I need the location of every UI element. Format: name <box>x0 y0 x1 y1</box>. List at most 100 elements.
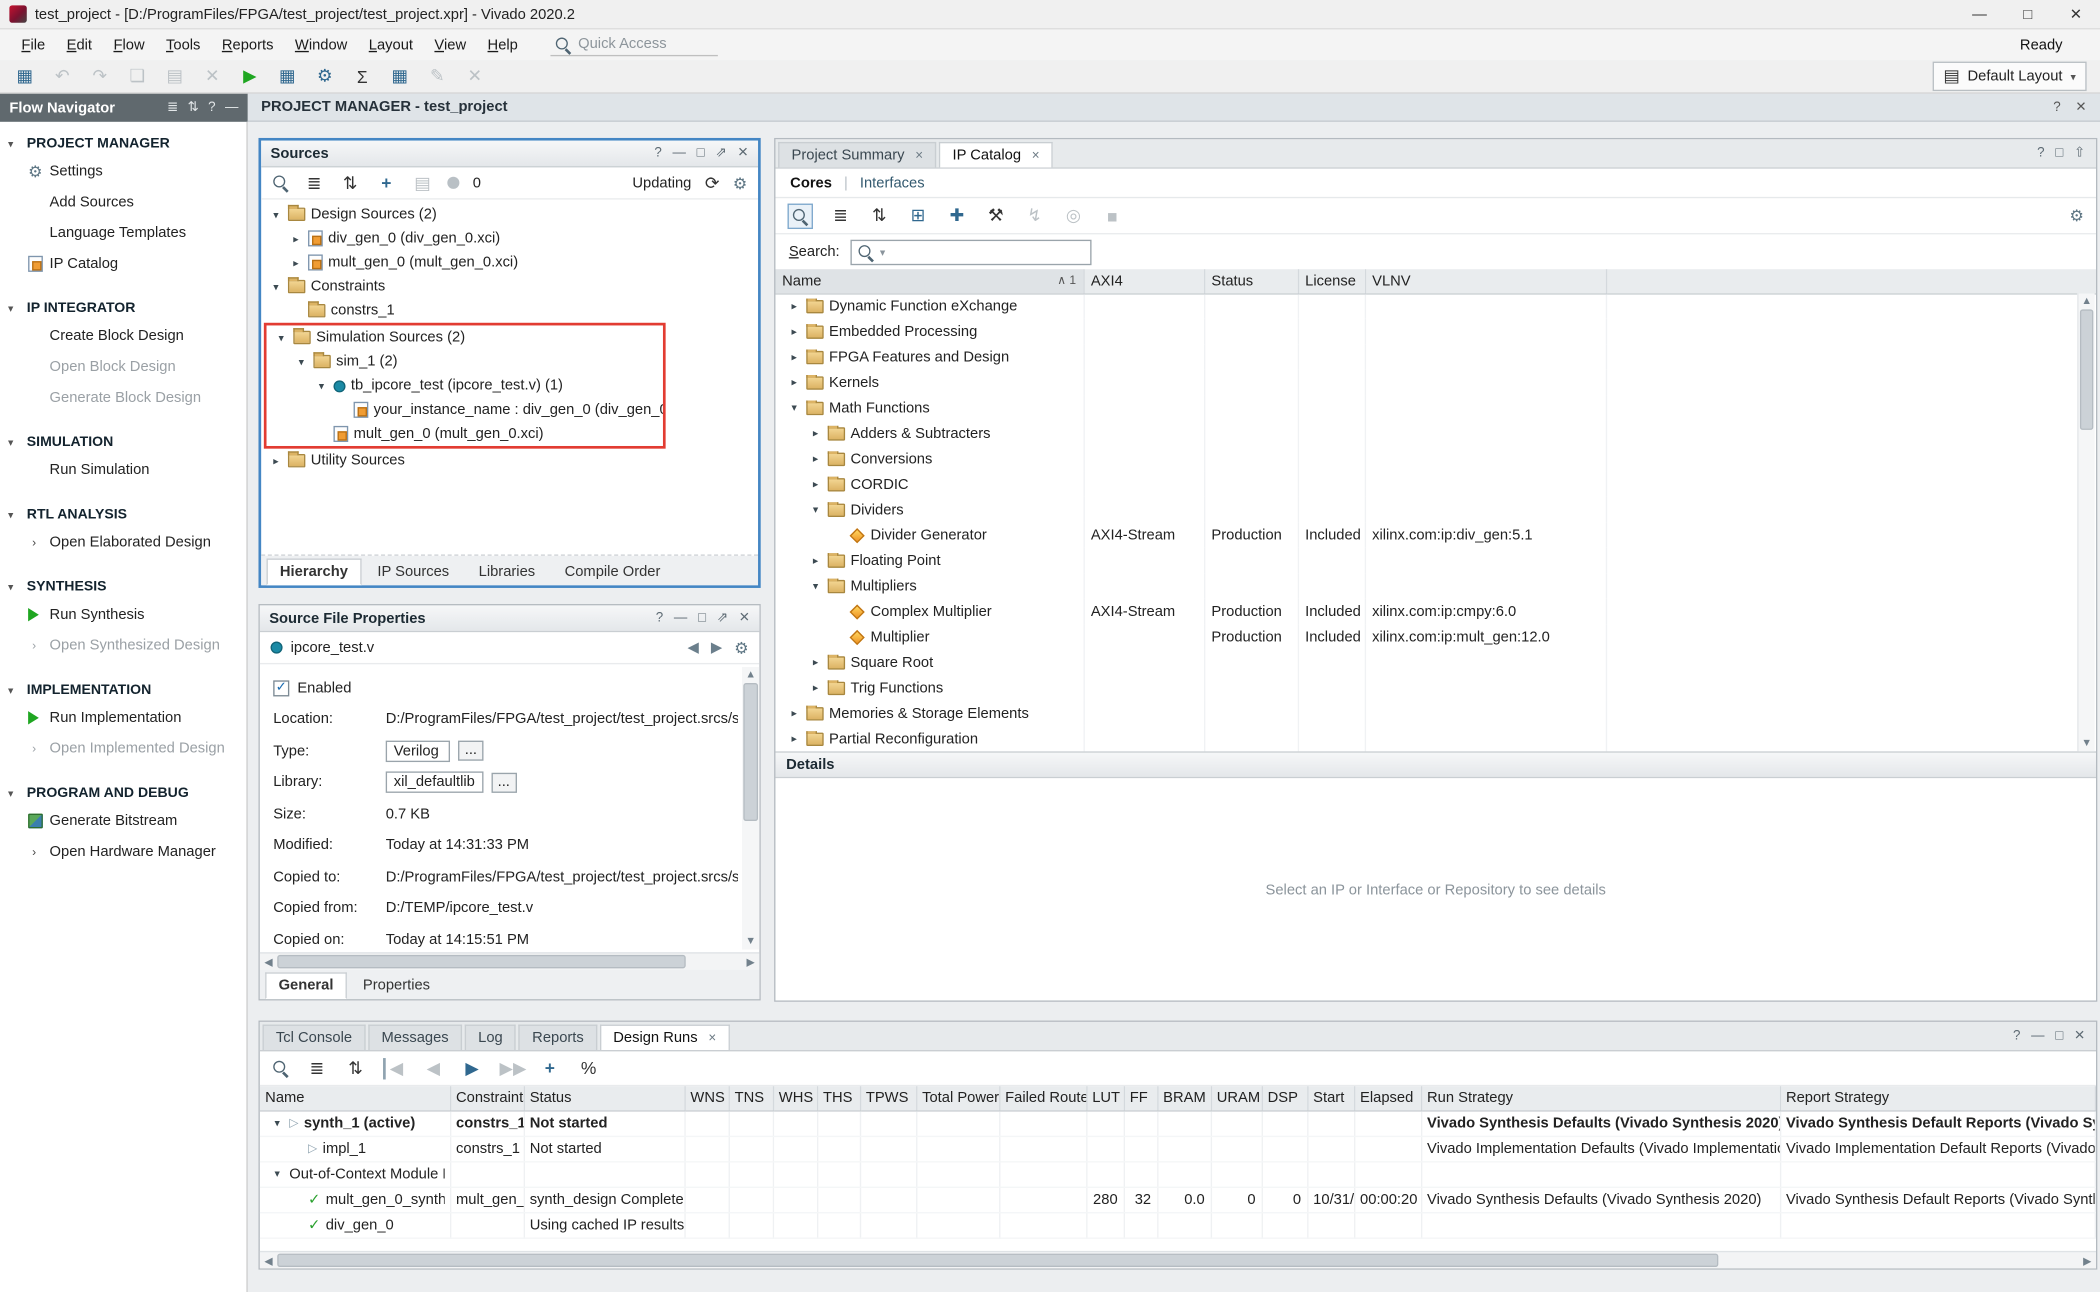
collapse-all-icon[interactable]: ≣ <box>305 1057 328 1078</box>
collapse-arrow-icon[interactable]: ▾ <box>269 281 282 293</box>
collapse-arrow-icon[interactable]: ▾ <box>788 402 801 414</box>
column-header-status[interactable]: Status <box>524 1086 685 1110</box>
runs-horizontal-scrollbar[interactable]: ◀ ▶ <box>260 1251 2096 1268</box>
expand-arrow-icon[interactable]: ▸ <box>788 707 801 719</box>
refresh-icon[interactable]: ⟳ <box>701 172 724 193</box>
expand-arrow-icon[interactable]: ▸ <box>788 351 801 363</box>
delete-icon[interactable]: ✕ <box>201 66 224 87</box>
step-back-icon[interactable]: ◀ <box>422 1057 445 1078</box>
catalog-row[interactable]: ▸Adders & Subtracters <box>775 421 2096 446</box>
close-tab-icon[interactable]: × <box>1032 148 1040 163</box>
catalog-row[interactable]: ▸Memories & Storage Elements <box>775 700 2096 725</box>
scroll-up-icon[interactable]: ▲ <box>2081 293 2092 309</box>
reset-runs-icon[interactable]: ◀ <box>383 1057 406 1078</box>
flownav-item[interactable]: ›Open Hardware Manager <box>0 836 246 867</box>
paste-icon[interactable]: ▤ <box>163 66 186 87</box>
forward-icon[interactable]: ▶ <box>711 639 722 656</box>
help-icon[interactable]: ? <box>2013 1029 2020 1044</box>
tree-item[interactable]: ▸Utility Sources <box>261 449 758 473</box>
dock-menu-icon[interactable]: ≣ <box>167 100 178 115</box>
add-repository-icon[interactable]: ✚ <box>946 205 969 226</box>
collapse-arrow-icon[interactable]: ▾ <box>809 504 822 516</box>
back-icon[interactable]: ◀ <box>687 639 698 656</box>
catalog-row[interactable]: ▾Dividers <box>775 497 2096 522</box>
tab-properties[interactable]: Properties <box>350 972 444 999</box>
catalog-row[interactable]: ▸Dynamic Function eXchange <box>775 293 2096 318</box>
menu-help[interactable]: Help <box>477 33 529 57</box>
cancel-icon[interactable]: ✕ <box>463 66 486 87</box>
tab-ip-catalog[interactable]: IP Catalog× <box>939 142 1053 167</box>
settings-gear-icon[interactable]: ⚙ <box>734 638 748 657</box>
column-header-tpws[interactable]: TPWS <box>860 1086 916 1110</box>
column-header-ff[interactable]: FF <box>1124 1086 1157 1110</box>
menu-tools[interactable]: Tools <box>155 33 211 57</box>
run-icon[interactable]: ▶ <box>238 66 261 87</box>
column-header-failed-routes[interactable]: Failed Routes <box>999 1086 1086 1110</box>
expand-arrow-icon[interactable]: ▸ <box>809 656 822 668</box>
flownav-item[interactable]: Language Templates <box>0 217 246 248</box>
close-tab-icon[interactable]: × <box>915 148 923 163</box>
tree-item[interactable]: ▾sim_1 (2) <box>267 350 663 374</box>
catalog-row[interactable]: ▸Partial Reconfiguration <box>775 726 2096 751</box>
subtab-interfaces[interactable]: Interfaces <box>860 175 925 191</box>
close-icon[interactable]: ✕ <box>2074 1029 2085 1044</box>
maximize-icon[interactable]: □ <box>698 611 706 626</box>
collapse-all-icon[interactable]: ≣ <box>303 172 326 193</box>
flownav-item[interactable]: IP Catalog <box>0 248 246 279</box>
collapse-all-icon[interactable]: ≣ <box>829 205 852 226</box>
column-header-elapsed[interactable]: Elapsed <box>1354 1086 1421 1110</box>
tab-compile-order[interactable]: Compile Order <box>551 558 674 585</box>
column-header-dsp[interactable]: DSP <box>1262 1086 1308 1110</box>
maximize-window-icon[interactable]: □ <box>2004 0 2052 29</box>
maximize-icon[interactable]: □ <box>697 146 705 161</box>
stop-icon[interactable]: ■ <box>1101 206 1124 226</box>
flownav-item[interactable]: ›Open Implemented Design <box>0 733 246 764</box>
scroll-down-icon[interactable]: ▼ <box>2081 735 2092 751</box>
properties-vertical-scrollbar[interactable]: ▲ ▼ <box>742 667 759 950</box>
settings-gear-icon[interactable]: ⚙ <box>733 173 747 192</box>
expand-arrow-icon[interactable]: ▸ <box>809 554 822 566</box>
search-icon[interactable] <box>272 174 289 191</box>
subtab-cores[interactable]: Cores <box>790 175 832 191</box>
collapse-arrow-icon[interactable]: ▾ <box>269 208 282 220</box>
tab-tcl-console[interactable]: Tcl Console <box>263 1025 366 1050</box>
flownav-section-header[interactable]: ▾SYNTHESIS <box>0 575 246 599</box>
flownav-item[interactable]: Open Block Design <box>0 351 246 382</box>
tree-item[interactable]: mult_gen_0 (mult_gen_0.xci) <box>267 422 663 446</box>
scroll-left-icon[interactable]: ◀ <box>260 1254 277 1266</box>
flownav-item[interactable]: Create Block Design <box>0 320 246 351</box>
close-icon[interactable]: ✕ <box>737 146 748 161</box>
column-header-uram[interactable]: URAM <box>1211 1086 1262 1110</box>
catalog-row[interactable]: ▸Trig Functions <box>775 675 2096 700</box>
column-header-constraints[interactable]: Constraints <box>450 1086 524 1110</box>
catalog-row[interactable]: ▸Square Root <box>775 650 2096 675</box>
catalog-row[interactable]: ▸Embedded Processing <box>775 319 2096 344</box>
column-header-license[interactable]: License <box>1298 269 1365 293</box>
section-collapse-icon[interactable]: ▾ <box>8 436 20 448</box>
run-row[interactable]: ✓div_gen_0Using cached IP results <box>260 1212 2096 1237</box>
tree-item[interactable]: ▸mult_gen_0 (mult_gen_0.xci) <box>261 250 758 274</box>
flownav-section-header[interactable]: ▾IP INTEGRATOR <box>0 296 246 320</box>
tab-general[interactable]: General <box>265 972 347 999</box>
tree-item[interactable]: ▾Simulation Sources (2) <box>267 325 663 349</box>
catalog-vertical-scrollbar[interactable]: ▲ ▼ <box>2077 293 2094 751</box>
property-value-field[interactable]: xil_defaultlib <box>386 772 483 793</box>
flow-steps-icon[interactable]: ▦ <box>276 66 299 87</box>
section-collapse-icon[interactable]: ▾ <box>8 581 20 593</box>
column-header-tns[interactable]: TNS <box>729 1086 773 1110</box>
expand-arrow-icon[interactable]: ▸ <box>788 325 801 337</box>
scrollbar-thumb[interactable] <box>277 955 686 968</box>
section-collapse-icon[interactable]: ▾ <box>8 508 20 520</box>
expand-arrow-icon[interactable]: ▸ <box>269 455 282 467</box>
column-header-lut[interactable]: LUT <box>1086 1086 1124 1110</box>
generate-icon[interactable]: ↯ <box>1023 205 1046 226</box>
run-row[interactable]: ▷impl_1constrs_1Not startedVivado Implem… <box>260 1136 2096 1161</box>
browse-button[interactable]: ... <box>458 741 484 761</box>
expand-all-icon[interactable]: ⇅ <box>868 205 891 226</box>
expand-all-icon[interactable]: ⇅ <box>344 1057 367 1078</box>
property-value-field[interactable]: Verilog <box>386 740 450 761</box>
run-row[interactable]: ✓mult_gen_0_synth_1mult_gen_0synth_desig… <box>260 1187 2096 1212</box>
flownav-item[interactable]: ›Open Elaborated Design <box>0 526 246 557</box>
menu-reports[interactable]: Reports <box>211 33 284 57</box>
layout-selector[interactable]: ▤ Default Layout ▾ <box>1933 62 2087 91</box>
